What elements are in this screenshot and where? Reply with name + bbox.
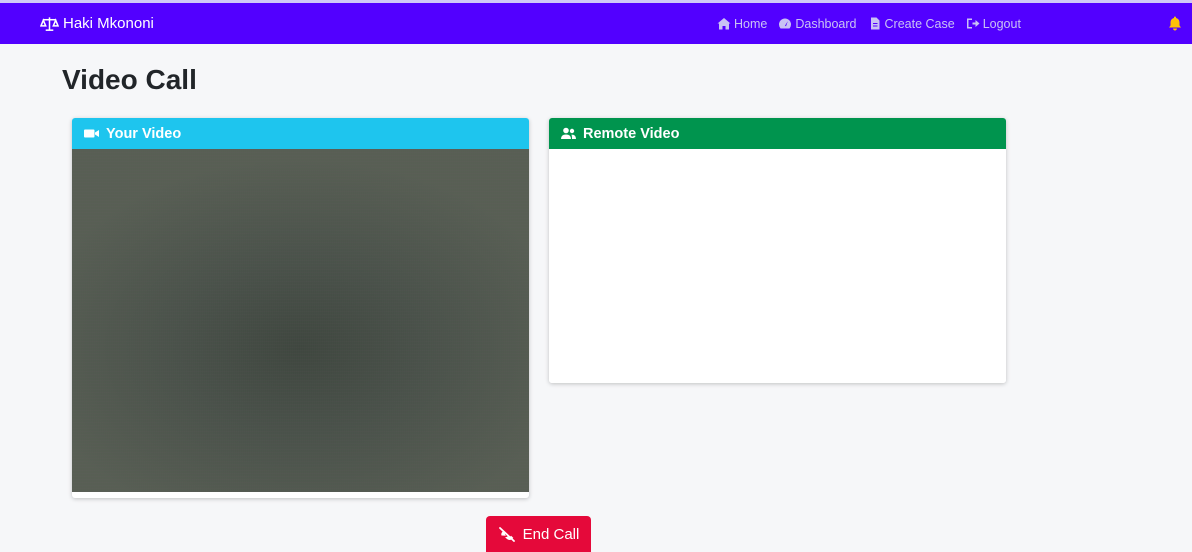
video-camera-icon <box>84 129 99 138</box>
logout-icon <box>966 18 980 29</box>
nav-link-label: Dashboard <box>795 16 857 31</box>
local-video-title: Your Video <box>106 125 182 142</box>
local-video-card: Your Video <box>72 118 529 498</box>
users-icon <box>561 127 576 139</box>
nav-link-label: Logout <box>982 16 1021 31</box>
nav-link-create-case[interactable]: Create Case <box>868 17 955 31</box>
top-navbar: Haki Mkononi Home Dashboard Create Case … <box>0 3 1192 44</box>
dashboard-gauge-icon <box>779 18 792 29</box>
nav-link-label: Home <box>734 16 768 31</box>
local-video-stream <box>72 149 529 492</box>
remote-video-card: Remote Video <box>549 118 1006 383</box>
remote-video-stream <box>549 149 1006 383</box>
end-call-button[interactable]: End Call <box>486 516 591 552</box>
document-icon <box>870 17 879 30</box>
brand-name: Haki Mkononi <box>63 15 154 32</box>
brand-link[interactable]: Haki Mkononi <box>40 3 154 44</box>
nav-link-label: Create Case <box>884 16 955 31</box>
nav-link-logout[interactable]: Logout <box>966 17 1021 31</box>
phone-slash-icon <box>498 527 515 542</box>
nav-link-dashboard[interactable]: Dashboard <box>778 16 857 31</box>
local-video-header: Your Video <box>72 118 529 149</box>
page-title: Video Call <box>62 64 197 95</box>
home-icon <box>717 18 731 30</box>
remote-video-title: Remote Video <box>583 125 680 142</box>
bell-icon[interactable] <box>1168 16 1182 31</box>
end-call-label: End Call <box>522 525 580 543</box>
remote-video-header: Remote Video <box>549 118 1006 149</box>
scale-balance-icon <box>40 16 59 31</box>
nav-links: Home Dashboard Create Case Logout <box>717 3 1021 44</box>
nav-link-home[interactable]: Home <box>717 17 767 31</box>
